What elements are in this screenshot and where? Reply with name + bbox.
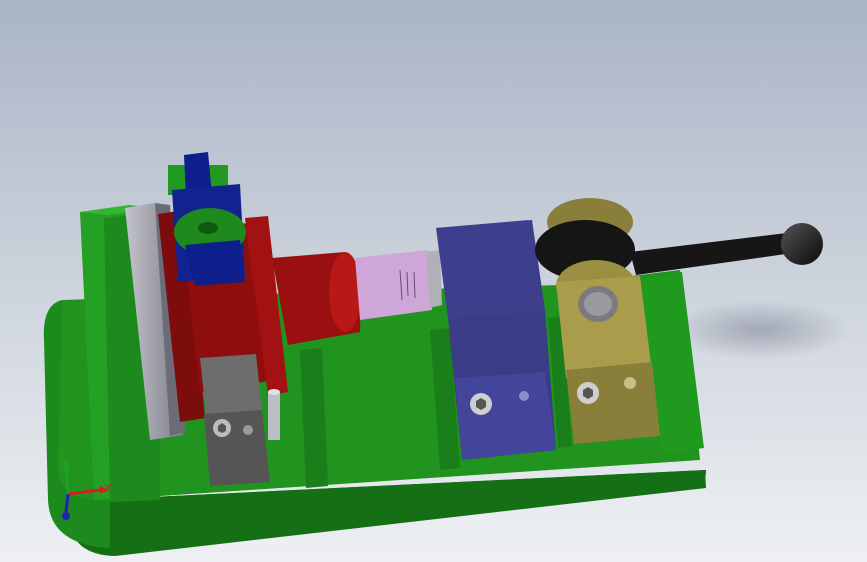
- triad-z-axis: [64, 493, 70, 513]
- blue-block-base-plate: [455, 372, 556, 460]
- pivot-pin-face: [584, 292, 612, 316]
- triad-y-axis: [64, 465, 70, 495]
- triad-x-label: X: [104, 482, 112, 495]
- dowel-pin: [268, 392, 280, 440]
- pin-hole-icon: [624, 377, 636, 389]
- lever-handle-shaft[interactable]: [630, 232, 800, 275]
- pin-hole-icon: [243, 425, 253, 435]
- triad-z-arrow-icon: [62, 512, 70, 520]
- green-cam-hole: [198, 222, 218, 234]
- dowel-pin-top: [268, 389, 280, 395]
- grey-block-face: [204, 410, 270, 486]
- blue-block-upper: [436, 220, 545, 318]
- blue-bracket-lower: [185, 240, 245, 286]
- shaft[interactable]: [355, 250, 442, 320]
- pin-hole-icon: [519, 391, 529, 401]
- grey-block-top: [200, 354, 262, 414]
- shaft-body: [355, 250, 432, 320]
- lever-knob[interactable]: [781, 223, 823, 265]
- cad-viewport[interactable]: X Y: [0, 0, 867, 562]
- triad-y-label: Y: [57, 452, 65, 465]
- model-shadow: [670, 300, 850, 360]
- olive-base: [566, 362, 660, 444]
- top-clamp-bracket[interactable]: [168, 152, 246, 286]
